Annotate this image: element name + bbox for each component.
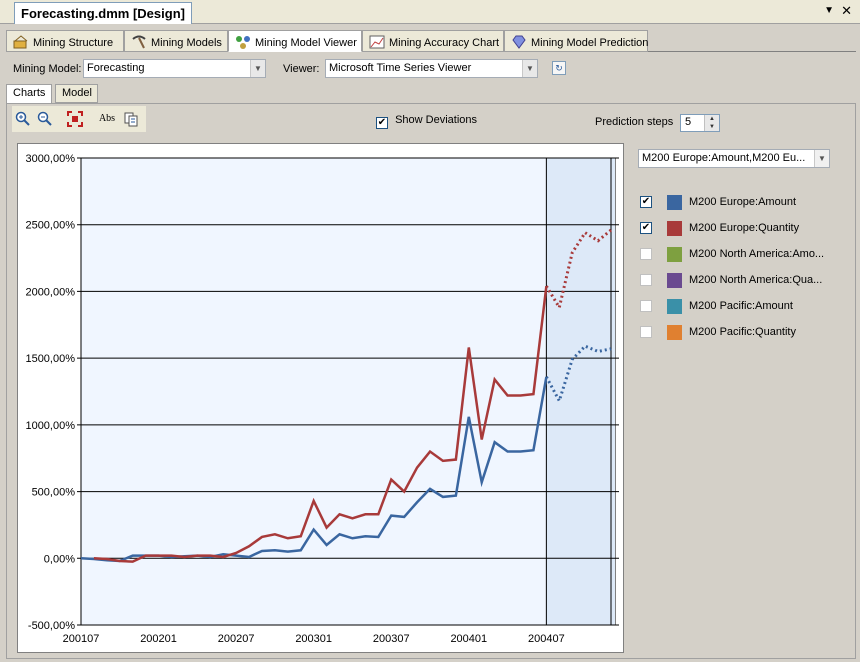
legend-label: M200 Europe:Quantity	[689, 222, 800, 234]
forecast-region	[546, 158, 615, 625]
show-deviations-checkbox[interactable]: ✔ Show Deviations	[376, 114, 477, 129]
close-icon[interactable]: ✕	[841, 3, 852, 19]
zoom-out-icon[interactable]	[36, 111, 54, 127]
x-tick-label: 200401	[450, 633, 487, 645]
viewer-label: Viewer:	[283, 63, 320, 75]
legend-item[interactable]: ✔ M200 Europe:Amount	[640, 195, 850, 211]
prediction-steps-value: 5	[685, 116, 692, 128]
legend-label: M200 North America:Qua...	[689, 274, 823, 286]
legend-item[interactable]: M200 Pacific:Amount	[640, 299, 850, 315]
tab-charts[interactable]: Charts	[6, 84, 52, 104]
tab-label: Mining Model Viewer	[255, 37, 357, 49]
y-tick-label: 2500,00%	[25, 220, 75, 232]
legend-swatch	[667, 247, 682, 262]
x-tick-label: 200107	[63, 633, 100, 645]
legend-label: M200 North America:Amo...	[689, 248, 825, 260]
checkbox-icon: ✔	[376, 117, 388, 129]
zoom-in-icon[interactable]	[14, 111, 32, 127]
legend-label: M200 Pacific:Amount	[689, 300, 793, 312]
viewer-value: Microsoft Time Series Viewer	[329, 62, 472, 74]
diamond-icon	[511, 35, 527, 49]
chart-toolbar: Abs	[12, 106, 146, 132]
viewer-toolbar: Mining Model: Forecasting ▼ Viewer: Micr…	[0, 56, 860, 80]
legend-swatch	[667, 325, 682, 340]
series-select[interactable]: M200 Europe:Amount,M200 Eu... ▼	[638, 149, 830, 168]
tab-mining-accuracy-chart[interactable]: Mining Accuracy Chart	[362, 30, 504, 52]
prediction-steps-label: Prediction steps	[595, 116, 674, 128]
tab-model[interactable]: Model	[55, 84, 98, 103]
legend-swatch	[667, 195, 682, 210]
y-tick-label: 2000,00%	[25, 286, 75, 298]
tab-mining-model-prediction[interactable]: Mining Model Prediction	[504, 30, 648, 52]
tab-label: Mining Models	[151, 37, 222, 49]
y-tick-label: 500,00%	[32, 487, 76, 499]
y-tick-label: 1500,00%	[25, 353, 75, 365]
mining-model-select[interactable]: Forecasting ▼	[83, 59, 266, 78]
viewer-icon	[235, 35, 251, 49]
refresh-icon[interactable]: ↻	[552, 61, 566, 75]
stepper-arrows-icon[interactable]: ▲ ▼	[704, 115, 719, 131]
y-tick-label: 3000,00%	[25, 153, 75, 165]
viewer-select[interactable]: Microsoft Time Series Viewer ▼	[325, 59, 538, 78]
legend-item[interactable]: M200 North America:Amo...	[640, 247, 850, 263]
tab-mining-structure[interactable]: Mining Structure	[6, 30, 124, 52]
tab-label: Mining Model Prediction	[531, 37, 649, 49]
legend-label: M200 Europe:Amount	[689, 196, 797, 208]
pickaxe-icon	[131, 35, 147, 49]
series-select-value: M200 Europe:Amount,M200 Eu...	[642, 152, 806, 164]
x-tick-label: 200201	[140, 633, 177, 645]
document-tab[interactable]: Forecasting.dmm [Design]	[14, 2, 192, 24]
tab-mining-model-viewer[interactable]: Mining Model Viewer	[228, 30, 362, 52]
prediction-steps-stepper[interactable]: 5 ▲ ▼	[680, 114, 720, 132]
document-tab-bar: Forecasting.dmm [Design] ▼ ✕	[0, 0, 860, 24]
legend-checkbox[interactable]	[640, 248, 652, 260]
structure-icon	[13, 35, 29, 49]
x-tick-label: 200407	[528, 633, 565, 645]
legend-checkbox[interactable]	[640, 300, 652, 312]
legend-swatch	[667, 273, 682, 288]
fit-to-window-icon[interactable]	[66, 111, 84, 127]
chart-svg: -500,00% 0,00% 500,00% 1000,00% 1500,00% 2000…	[25, 153, 619, 645]
copy-icon[interactable]	[122, 111, 140, 127]
tab-label: Mining Structure	[33, 37, 114, 49]
x-tick-label: 200301	[295, 633, 332, 645]
legend-checkbox[interactable]	[640, 274, 652, 286]
designer-tabs: Mining Structure Mining Models Mining Mo…	[6, 30, 856, 52]
chevron-down-icon[interactable]: ▼	[824, 5, 834, 16]
legend-checkbox[interactable]: ✔	[640, 222, 652, 234]
legend-checkbox[interactable]: ✔	[640, 196, 652, 208]
legend-checkbox[interactable]	[640, 326, 652, 338]
y-tick-label: 0,00%	[44, 553, 75, 565]
mining-model-label: Mining Model:	[13, 63, 82, 75]
tab-label: Mining Accuracy Chart	[389, 37, 500, 49]
legend-swatch	[667, 299, 682, 314]
chevron-down-icon[interactable]: ▼	[250, 60, 265, 77]
mining-model-value: Forecasting	[87, 62, 145, 74]
legend-swatch	[667, 221, 682, 236]
time-series-chart: -500,00% 0,00% 500,00% 1000,00% 1500,00% 2000…	[17, 143, 624, 653]
legend-panel	[632, 143, 850, 653]
x-tick-label: 200207	[218, 633, 255, 645]
tab-mining-models[interactable]: Mining Models	[124, 30, 228, 52]
abs-toggle-button[interactable]: Abs	[96, 111, 118, 127]
chevron-down-icon[interactable]: ▼	[814, 150, 829, 167]
accuracy-chart-icon	[369, 35, 385, 49]
legend-item[interactable]: ✔ M200 Europe:Quantity	[640, 221, 850, 237]
legend-label: M200 Pacific:Quantity	[689, 326, 796, 338]
y-tick-label: 1000,00%	[25, 420, 75, 432]
y-tick-label: -500,00%	[28, 620, 75, 632]
legend-item[interactable]: M200 North America:Qua...	[640, 273, 850, 289]
legend-item[interactable]: M200 Pacific:Quantity	[640, 325, 850, 341]
x-tick-label: 200307	[373, 633, 410, 645]
show-deviations-label: Show Deviations	[395, 114, 477, 126]
chevron-down-icon[interactable]: ▼	[522, 60, 537, 77]
